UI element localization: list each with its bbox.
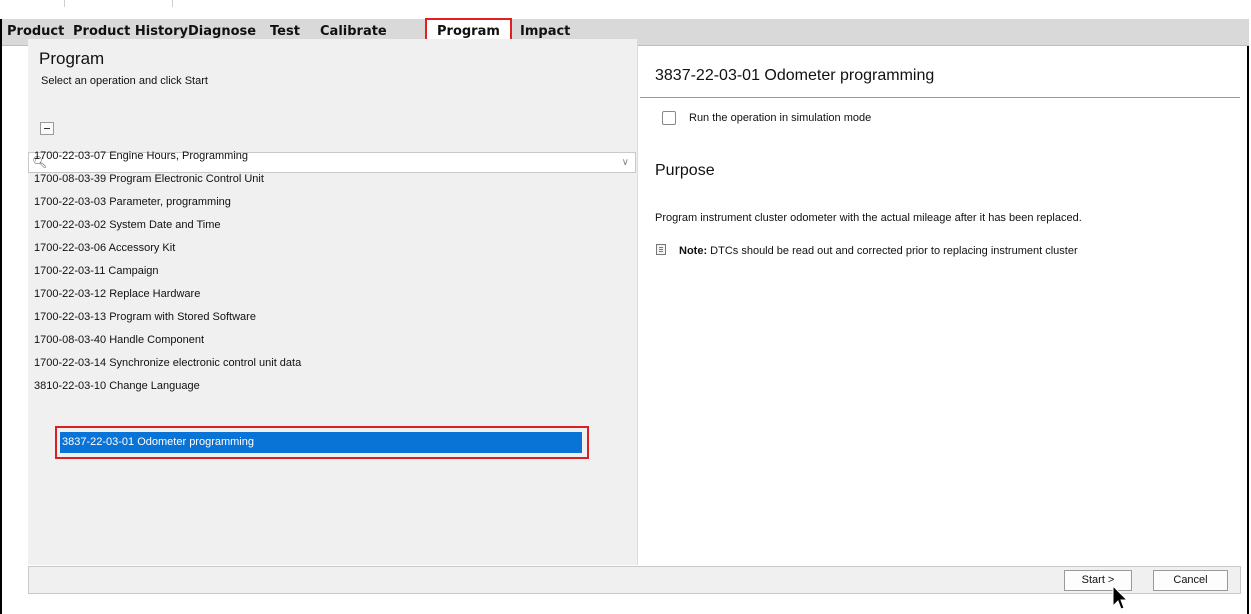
list-item[interactable]: 1700-22-03-11 Campaign	[32, 260, 562, 283]
cancel-button[interactable]: Cancel	[1153, 570, 1228, 591]
note: Note: DTCs should be read out and correc…	[679, 245, 1078, 257]
operation-list: 1700-22-03-07 Engine Hours, Programming …	[32, 145, 562, 398]
list-item[interactable]: 1700-22-03-06 Accessory Kit	[32, 237, 562, 260]
mouse-cursor-icon	[1112, 585, 1128, 610]
selected-operation-highlight: 3837-22-03-01 Odometer programming	[55, 426, 589, 459]
operation-title: 3837-22-03-01 Odometer programming	[655, 67, 935, 84]
pane-subtitle: Select an operation and click Start	[41, 75, 208, 87]
list-item[interactable]: 1700-22-03-13 Program with Stored Softwa…	[32, 306, 562, 329]
strip-divider	[64, 0, 65, 7]
pane-title: Program	[39, 49, 105, 68]
note-label: Note:	[679, 245, 708, 257]
window-top-strip	[0, 0, 1251, 19]
purpose-text: Program instrument cluster odometer with…	[655, 212, 1082, 224]
title-divider	[640, 97, 1240, 98]
list-item[interactable]: 1700-22-03-03 Parameter, programming	[32, 191, 562, 214]
action-bar: Start > Cancel	[28, 566, 1241, 594]
list-item[interactable]: 1700-22-03-12 Replace Hardware	[32, 283, 562, 306]
chevron-down-icon[interactable]: ∨	[622, 155, 629, 170]
list-item[interactable]: 1700-08-03-40 Handle Component	[32, 329, 562, 352]
list-item[interactable]: 1700-08-03-39 Program Electronic Control…	[32, 168, 562, 191]
note-text: DTCs should be read out and corrected pr…	[707, 245, 1078, 257]
list-item[interactable]: 3810-22-03-10 Change Language	[32, 375, 562, 398]
note-icon	[656, 244, 666, 255]
list-item[interactable]: 1700-22-03-02 System Date and Time	[32, 214, 562, 237]
simulation-checkbox[interactable]	[662, 111, 676, 125]
list-item[interactable]: 1700-22-03-07 Engine Hours, Programming	[32, 145, 562, 168]
simulation-label[interactable]: Run the operation in simulation mode	[689, 112, 871, 124]
selected-list-item[interactable]: 3837-22-03-01 Odometer programming	[60, 432, 582, 453]
strip-divider	[172, 0, 173, 7]
list-item[interactable]: 1700-22-03-14 Synchronize electronic con…	[32, 352, 562, 375]
collapse-icon[interactable]	[40, 122, 54, 135]
purpose-heading: Purpose	[655, 162, 715, 179]
